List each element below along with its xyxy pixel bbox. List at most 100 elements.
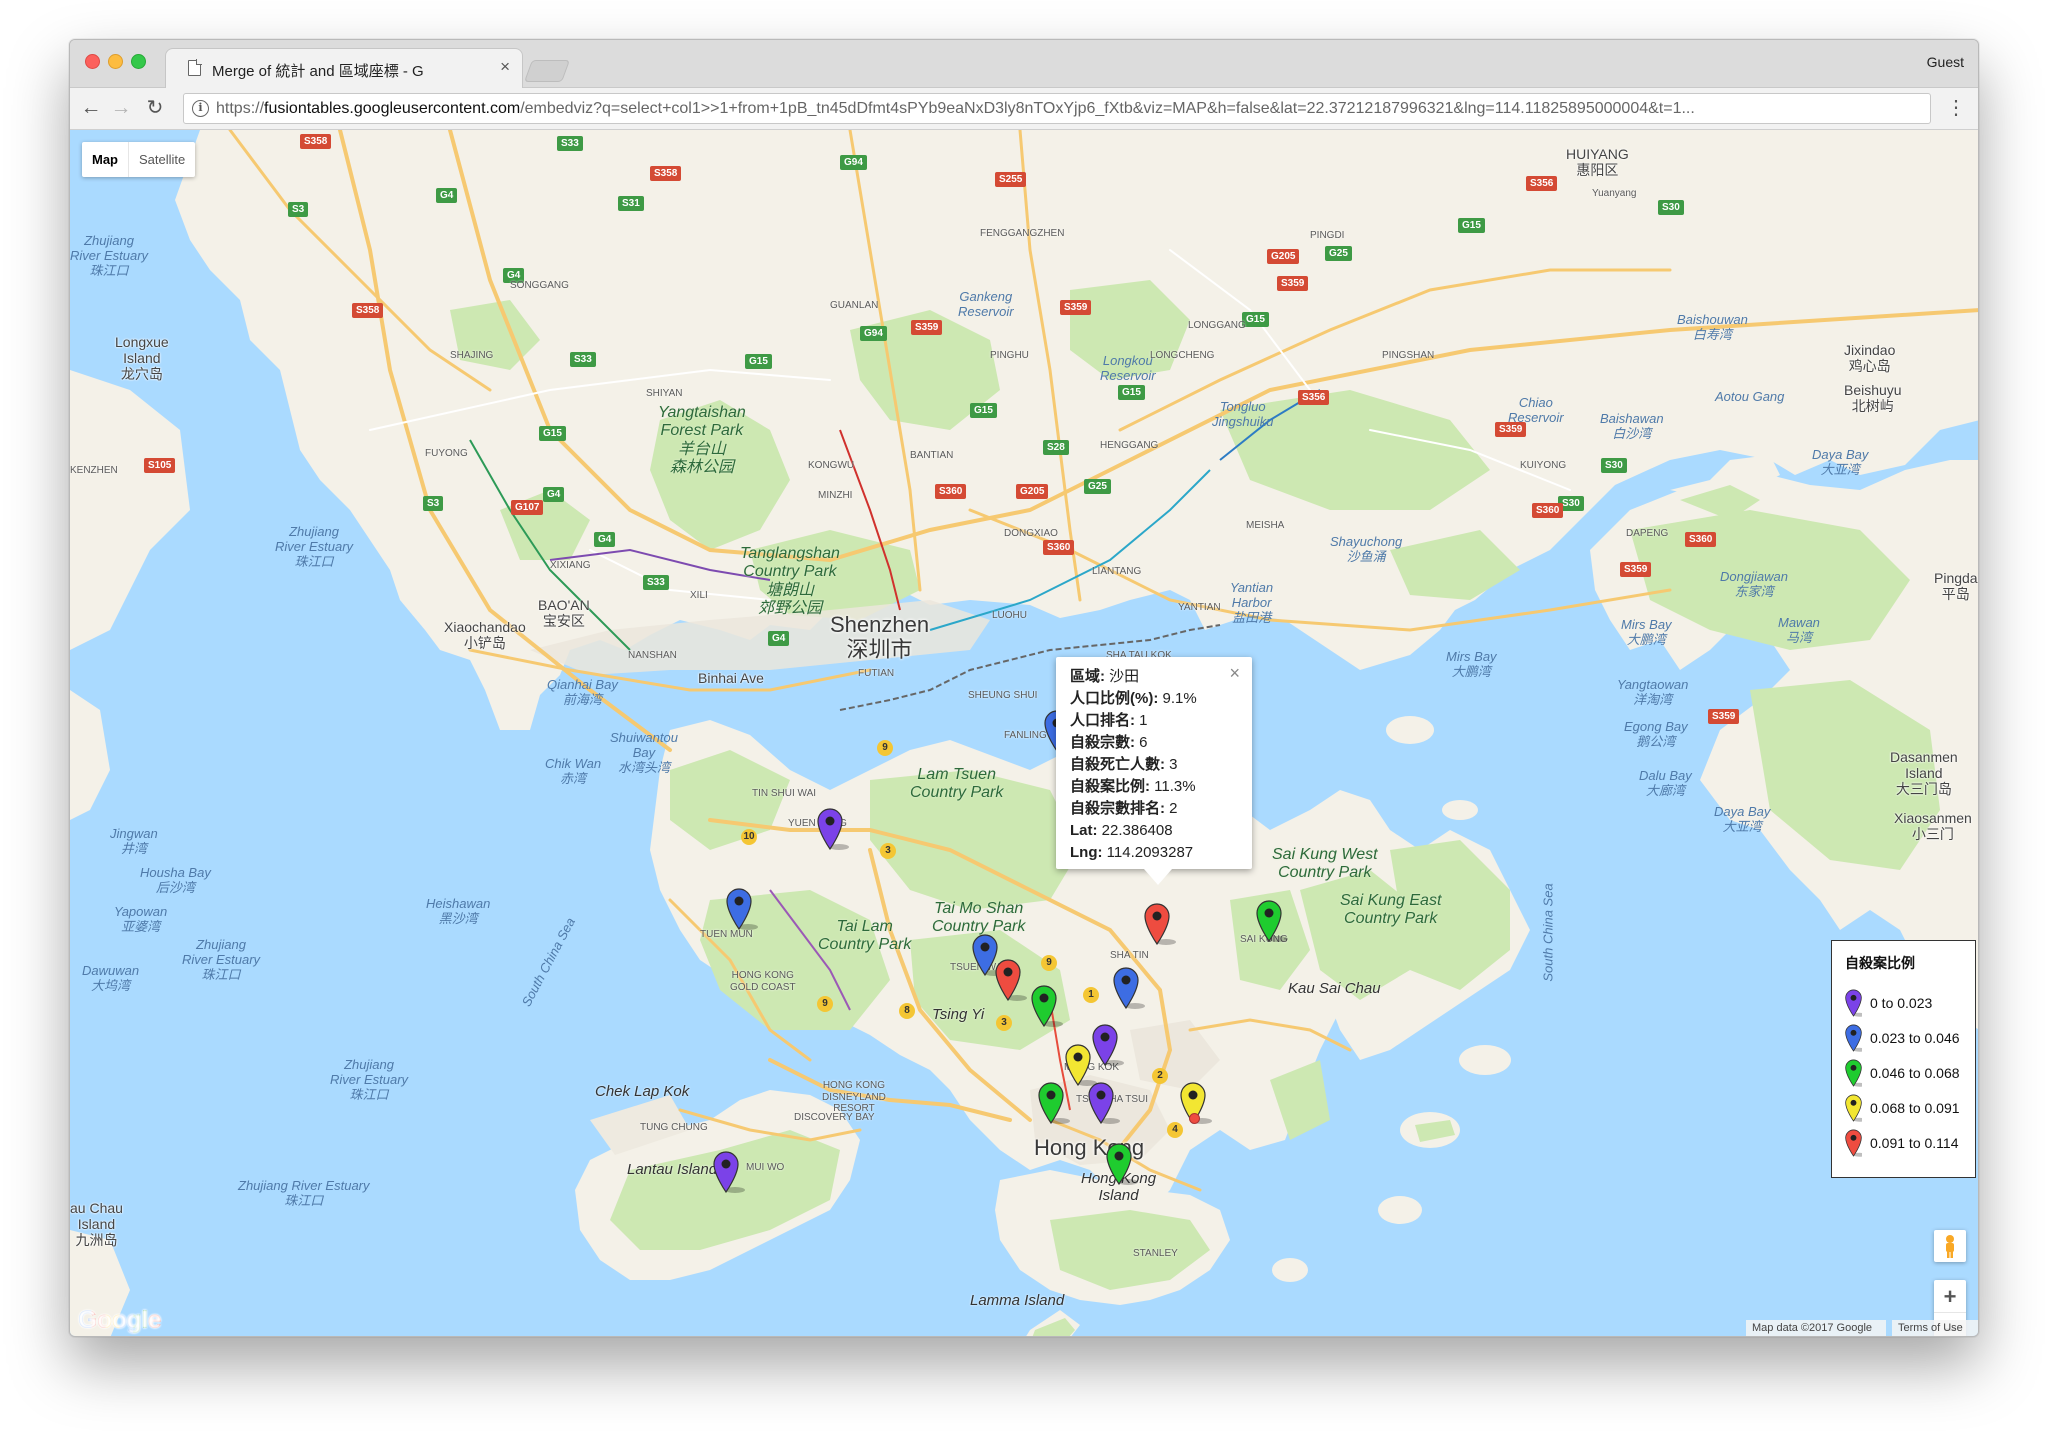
label-dongjiawan-a: Dongjiawan bbox=[1720, 569, 1788, 584]
map-canvas[interactable]: Map Satellite S358 S33 S358 G94 S3 S31 G… bbox=[70, 130, 1978, 1336]
label-tanglangshan-d: 郊野公园 bbox=[757, 600, 822, 618]
marker-islands[interactable] bbox=[713, 1151, 745, 1194]
label-aotou-gang: Aotou Gang bbox=[1715, 389, 1785, 404]
small-island-5 bbox=[1386, 716, 1434, 744]
marker-southern[interactable] bbox=[1106, 1143, 1138, 1186]
label-huiyang-a: HUIYANG bbox=[1566, 146, 1629, 162]
url-prefix: https:// bbox=[216, 100, 265, 117]
label-meisha: MEISHA bbox=[1246, 520, 1285, 531]
label-yantian-b: Harbor bbox=[1231, 594, 1272, 610]
marker-sha-tin[interactable] bbox=[1144, 903, 1176, 946]
label-mirs-bay: Mirs Bay 大鹏湾 bbox=[1446, 649, 1497, 680]
label-zhujiang-5b: River Estuary bbox=[330, 1071, 409, 1087]
label-minzhi: MINZHI bbox=[818, 490, 853, 501]
label-qianhai-a: Qianhai Bay bbox=[547, 677, 618, 692]
label-egong-a: Egong Bay bbox=[1624, 719, 1688, 734]
label-jixindao-b: 鸡心岛 bbox=[1848, 358, 1891, 375]
label-heishawan-a: Heishawan bbox=[426, 896, 491, 911]
label-dawuwan: Dawuwan 大坞湾 bbox=[82, 963, 139, 994]
legend-pin-icon bbox=[1845, 1059, 1862, 1087]
shield-s255: S255 bbox=[995, 172, 1027, 187]
info-window-close-icon[interactable]: × bbox=[1229, 663, 1240, 684]
url-text[interactable]: https://fusiontables.googleusercontent.c… bbox=[216, 100, 1916, 118]
site-info-icon[interactable]: i bbox=[192, 100, 209, 117]
legend-item: 0 to 0.023 bbox=[1845, 985, 1962, 1020]
map-type-map-button[interactable]: Map bbox=[82, 142, 129, 177]
map-pin-icon bbox=[1065, 1044, 1097, 1087]
zoom-in-button[interactable]: + bbox=[1934, 1280, 1966, 1313]
marker-sham-shui-po[interactable] bbox=[1031, 985, 1063, 1028]
legend-item-label: 0.091 to 0.114 bbox=[1870, 1134, 1959, 1151]
browser-tab[interactable]: Merge of 統計 and 區域座標 - G × bbox=[165, 48, 523, 88]
legend-item: 0.046 to 0.068 bbox=[1845, 1055, 1962, 1090]
shield-hk-1: 1 bbox=[1083, 987, 1099, 1003]
shield-g205b: G205 bbox=[1016, 484, 1049, 499]
shield-g15d: G15 bbox=[1118, 385, 1145, 400]
label-yantian-harbor: Yantian Harbor 盐田港 bbox=[1230, 580, 1273, 626]
marker-wong-tai-sin[interactable] bbox=[1092, 1024, 1124, 1067]
label-tai-lam: Tai Lam Country Park bbox=[818, 918, 911, 955]
info-row-value: 9.1% bbox=[1158, 690, 1197, 707]
shield-g94: G94 bbox=[840, 155, 867, 170]
new-tab-button[interactable] bbox=[523, 60, 571, 82]
label-zhujiang-3: Zhujiang River Estuary 珠江口 bbox=[182, 937, 260, 983]
label-luohu: LUOHU bbox=[992, 610, 1028, 621]
map-type-satellite-button[interactable]: Satellite bbox=[129, 142, 195, 177]
label-longxue-a: Longxue bbox=[115, 334, 169, 350]
google-logo[interactable]: Google bbox=[78, 1306, 162, 1335]
label-zhujiang-3a: Zhujiang bbox=[196, 937, 246, 952]
terms-of-use-link[interactable]: Terms of Use bbox=[1892, 1320, 1978, 1336]
small-red-point-icon[interactable] bbox=[1189, 1113, 1200, 1124]
label-dasanmen-a: Dasanmen bbox=[1890, 749, 1958, 765]
label-gankeng-a: Gankeng bbox=[959, 289, 1013, 304]
label-yangtaowan: Yangtaowan 洋淘湾 bbox=[1617, 677, 1688, 708]
label-disneyland: HONG KONG DISNEYLAND RESORT bbox=[822, 1080, 886, 1115]
shield-g4: G4 bbox=[436, 188, 458, 203]
shield-s359: S359 bbox=[1277, 276, 1309, 291]
minimize-window-button[interactable] bbox=[108, 54, 123, 69]
guest-profile-label[interactable]: Guest bbox=[1927, 54, 1964, 70]
reload-icon[interactable]: ↻ bbox=[142, 96, 168, 122]
label-yangtaishan-d: 森林公园 bbox=[669, 459, 734, 477]
address-bar[interactable]: i https://fusiontables.googleusercontent… bbox=[183, 93, 1931, 124]
shield-s360b: S360 bbox=[1532, 503, 1564, 518]
small-island-6 bbox=[1442, 800, 1478, 820]
marker-sai-kung[interactable] bbox=[1256, 900, 1288, 943]
marker-kwai-tsing[interactable] bbox=[995, 959, 1027, 1002]
map-pin-icon bbox=[713, 1151, 745, 1194]
browser-menu-icon[interactable]: ⋮ bbox=[1946, 98, 1966, 118]
street-view-pegman-icon[interactable] bbox=[1934, 1230, 1966, 1262]
marker-central-western[interactable] bbox=[1038, 1082, 1070, 1125]
tab-close-icon[interactable]: × bbox=[500, 57, 510, 77]
label-yantian-c: 盐田港 bbox=[1232, 609, 1272, 625]
label-yapowan: Yapowan 亚婆湾 bbox=[114, 904, 167, 935]
forward-arrow-icon[interactable]: → bbox=[108, 96, 134, 122]
label-longgang: LONGGANG bbox=[1188, 320, 1246, 331]
marker-tai-po[interactable] bbox=[1113, 967, 1145, 1010]
marker-yau-tsim-mong[interactable] bbox=[1065, 1044, 1097, 1087]
label-chik-wan: Chik Wan 赤湾 bbox=[545, 756, 601, 787]
label-baishawan: Baishawan 白沙湾 bbox=[1600, 411, 1664, 442]
info-row-key: Lng: bbox=[1070, 844, 1103, 861]
label-dasanmen-b: Island bbox=[1905, 765, 1943, 782]
label-xiaosanmen: Xiaosanmen 小三门 bbox=[1894, 810, 1972, 842]
info-row-value: 1 bbox=[1135, 712, 1148, 729]
shield-s33c: S33 bbox=[643, 575, 669, 590]
label-housha-b: 后沙湾 bbox=[155, 879, 195, 895]
marker-tuen-mun[interactable] bbox=[726, 888, 758, 931]
map-pin-icon bbox=[1106, 1143, 1138, 1186]
label-yangtaishan-b: Forest Park bbox=[660, 422, 744, 440]
close-window-button[interactable] bbox=[85, 54, 100, 69]
info-row-key: 區域: bbox=[1070, 668, 1105, 685]
shield-s3b: S3 bbox=[423, 496, 444, 511]
marker-wan-chai[interactable] bbox=[1088, 1082, 1120, 1125]
label-chiao-a: Chiao bbox=[1518, 395, 1553, 410]
back-arrow-icon[interactable]: ← bbox=[78, 96, 104, 122]
label-egong-b: 鹅公湾 bbox=[1636, 733, 1676, 749]
info-row-key: 人口比例(%): bbox=[1070, 690, 1159, 707]
label-zhujiang-2a: Zhujiang bbox=[289, 524, 339, 539]
zoom-window-button[interactable] bbox=[131, 54, 146, 69]
marker-yuen-long[interactable] bbox=[817, 808, 849, 851]
label-jixindao-a: Jixindao bbox=[1844, 342, 1896, 358]
legend-item: 0.068 to 0.091 bbox=[1845, 1090, 1962, 1125]
